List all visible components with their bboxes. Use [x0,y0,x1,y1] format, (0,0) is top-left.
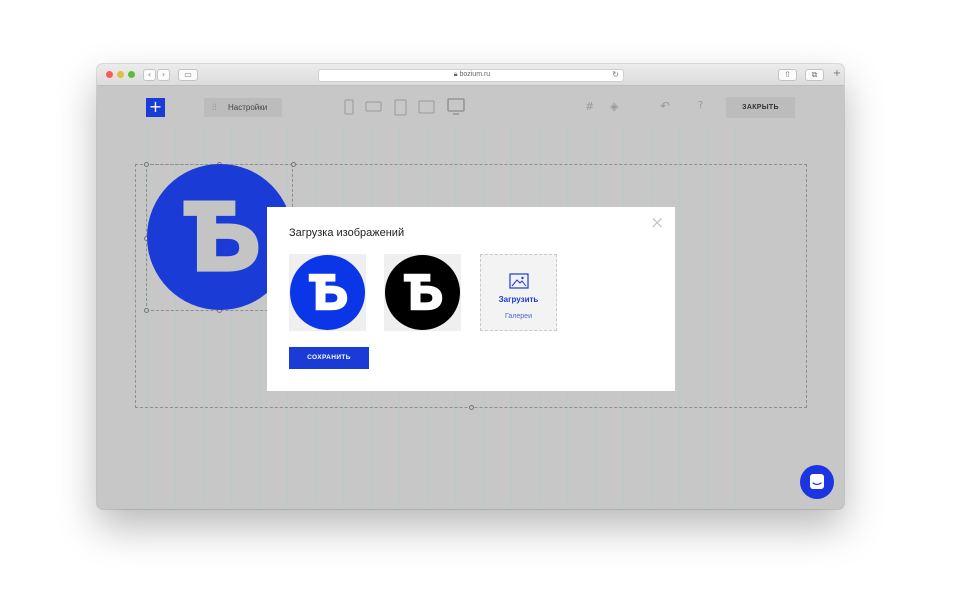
close-icon[interactable]: × [650,215,664,232]
settings-button[interactable]: ⫶⫶ Настройки [204,98,282,117]
help-icon[interactable]: ? [698,100,703,111]
address-bar[interactable]: 🔒︎ bozium.ru ↻ [318,69,624,82]
logo-image [290,255,365,330]
browser-window: ‹ › ▭ 🔒︎ bozium.ru ↻ ⇧ ⧉ + + ⫶⫶ Настройк… [97,64,844,509]
tabs-icon[interactable]: ⧉ [805,69,824,81]
settings-label: Настройки [228,103,268,112]
undo-icon[interactable]: ↶ [660,99,670,113]
phone-landscape-icon [365,101,382,112]
save-button[interactable]: СОХРАНИТЬ [289,347,369,369]
close-editor-button[interactable]: ЗАКРЫТЬ [726,97,795,118]
forward-icon[interactable]: › [157,69,170,81]
desktop-icon [447,98,465,112]
tablet-portrait-icon [394,99,407,116]
reload-icon[interactable]: ↻ [612,70,619,79]
logo-image [385,255,460,330]
chat-widget-button[interactable] [800,465,834,499]
sidebar-icon[interactable]: ▭ [178,69,198,81]
minimize-window-button[interactable] [117,71,124,78]
image-icon [509,273,529,289]
editor-canvas: + ⫶⫶ Настройки # ◈ ↶ ? ЗАКРЫТЬ Загрузка … [97,86,844,509]
upload-dropzone[interactable]: Загрузить Галереи [480,254,557,331]
upload-label: Загрузить [498,295,539,304]
image-thumbnail-blue[interactable] [289,254,366,331]
modal-title: Загрузка изображений [289,227,405,239]
add-block-button[interactable]: + [146,98,165,117]
device-switcher [344,98,465,116]
new-tab-icon[interactable]: + [832,69,842,81]
image-thumbnail-black[interactable] [384,254,461,331]
gallery-link[interactable]: Галереи [481,313,556,320]
layers-icon[interactable]: ◈ [610,100,618,113]
image-upload-modal: Загрузка изображений × Загрузить Галереи… [267,207,675,391]
chat-icon [810,474,824,489]
back-icon[interactable]: ‹ [143,69,156,81]
url-text: 🔒︎ bozium.ru [453,71,491,78]
maximize-window-button[interactable] [128,71,135,78]
phone-portrait-icon [344,99,354,115]
resize-handle[interactable] [469,405,474,410]
grid-icon[interactable]: # [585,100,594,113]
browser-titlebar: ‹ › ▭ 🔒︎ bozium.ru ↻ ⇧ ⧉ + [97,64,844,86]
share-icon[interactable]: ⇧ [778,69,797,81]
close-window-button[interactable] [106,71,113,78]
sliders-icon: ⫶⫶ [212,102,217,112]
tablet-landscape-icon [418,100,435,114]
